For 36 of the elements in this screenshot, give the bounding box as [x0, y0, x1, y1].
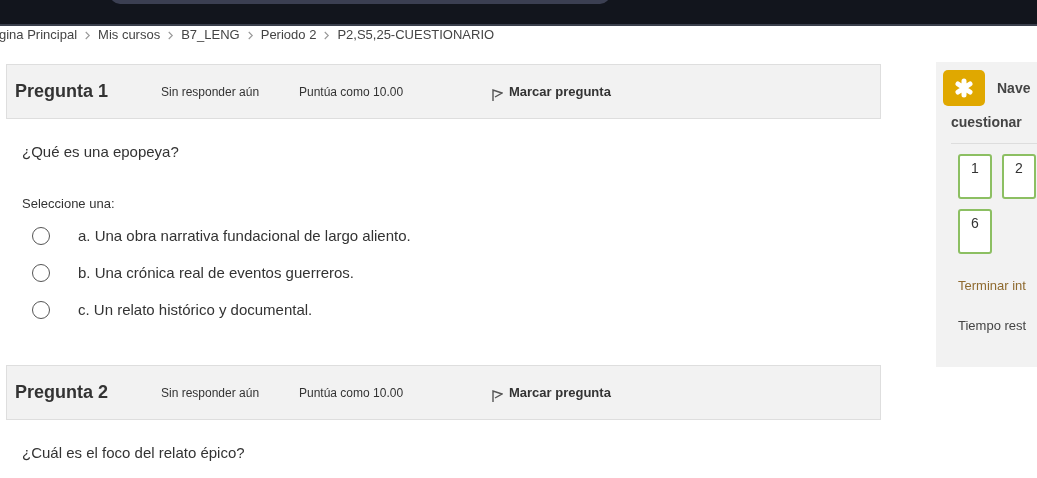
breadcrumb-link[interactable]: gina Principal — [0, 25, 78, 45]
chevron-icon — [323, 30, 331, 40]
question-status: Sin responder aún — [161, 83, 261, 101]
chevron-icon — [246, 30, 254, 40]
question-nav-button[interactable]: 6 — [958, 209, 992, 254]
timer-label: Tiempo rest — [958, 316, 1027, 335]
chevron-icon — [167, 30, 175, 40]
breadcrumb-link[interactable]: B7_LENG — [181, 25, 240, 45]
question-status: Sin responder aún — [161, 384, 261, 402]
option-label[interactable]: a. Una obra narrativa fundacional de largo aliento. — [78, 224, 411, 248]
question-title: Pregunta 2 — [15, 381, 110, 404]
option-label[interactable]: c. Un relato histórico y documental. — [78, 298, 313, 322]
option-label[interactable]: b. Una crónica real de eventos guerreros. — [78, 261, 354, 285]
radio-button[interactable] — [32, 264, 50, 282]
question-nav-button[interactable]: 2 — [1002, 154, 1036, 199]
radio-button[interactable] — [32, 301, 50, 319]
question-text: ¿Cuál es el foco del relato épico? — [22, 443, 245, 463]
flag-icon — [491, 87, 503, 102]
block-title: Nave — [997, 78, 1031, 98]
breadcrumb-current[interactable]: P2,S5,25-CUESTIONARIO — [337, 25, 495, 45]
block-title: cuestionar — [951, 113, 1022, 132]
question-grade: Puntúa como 10.00 — [299, 384, 405, 402]
question-nav-button[interactable]: 1 — [958, 154, 992, 199]
question-grade: Puntúa como 10.00 — [299, 83, 405, 101]
question-title: Pregunta 1 — [15, 80, 110, 103]
radio-button[interactable] — [32, 227, 50, 245]
asterisk-icon — [943, 70, 985, 106]
breadcrumb-link[interactable]: Periodo 2 — [260, 25, 317, 45]
answer-prompt: Seleccione una: — [22, 194, 115, 213]
breadcrumb-link[interactable]: Mis cursos — [98, 25, 161, 45]
question-text: ¿Qué es una epopeya? — [22, 142, 179, 162]
flag-icon — [491, 388, 503, 403]
flag-button[interactable]: Marcar pregunta — [491, 81, 611, 102]
chevron-icon — [84, 30, 92, 40]
flag-button[interactable]: Marcar pregunta — [491, 382, 611, 403]
finish-link[interactable]: Terminar int — [958, 276, 1026, 296]
